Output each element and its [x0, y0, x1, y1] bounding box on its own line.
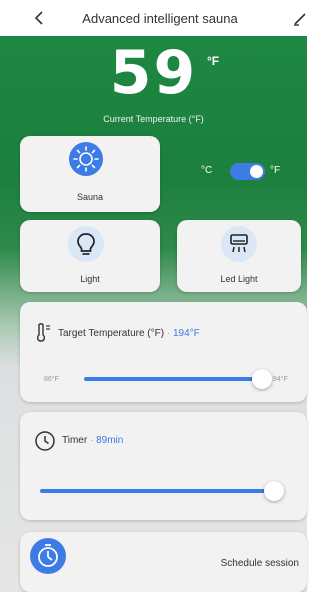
- air-conditioner-icon: [221, 226, 257, 262]
- chevron-left-icon[interactable]: [30, 8, 50, 28]
- current-temperature: 59 °F: [0, 40, 307, 106]
- toggle-knob: [250, 165, 263, 178]
- thermometer-icon: [34, 322, 52, 349]
- target-min-label: 86°F: [44, 376, 59, 383]
- celsius-label: °C: [201, 165, 213, 176]
- header-bar: Advanced intelligent sauna: [0, 0, 307, 36]
- current-temperature-value: 59: [109, 38, 198, 108]
- timer-label: Timer: [62, 435, 88, 446]
- target-temperature-slider[interactable]: [84, 377, 262, 381]
- sun-icon: [69, 142, 103, 176]
- timer-icon: [30, 538, 66, 574]
- timer-card: Timer · 89min: [20, 412, 307, 520]
- schedule-card[interactable]: Schedule session: [20, 532, 307, 592]
- sauna-tile[interactable]: Sauna: [20, 136, 160, 212]
- fahrenheit-label: °F: [270, 165, 281, 176]
- page-title: Advanced intelligent sauna: [82, 11, 238, 26]
- target-temperature-card: Target Temperature (°F) · 194°F 86°F 194…: [20, 302, 307, 402]
- schedule-session-label: Schedule session: [220, 558, 299, 569]
- target-temperature-label: Target Temperature (°F): [58, 328, 165, 339]
- led-light-tile[interactable]: Led Light: [177, 220, 301, 292]
- timer-row: Timer · 89min: [62, 435, 123, 446]
- target-temperature-row: Target Temperature (°F) · 194°F: [58, 328, 200, 339]
- timer-slider-handle[interactable]: [264, 481, 284, 501]
- sauna-label: Sauna: [76, 192, 104, 202]
- current-temperature-label: Current Temperature (°F): [103, 114, 204, 124]
- led-light-label: Led Light: [220, 274, 258, 284]
- unit-toggle[interactable]: [230, 163, 265, 180]
- pencil-icon[interactable]: [293, 8, 307, 28]
- target-temperature-value: 194°F: [172, 328, 200, 339]
- target-temperature-slider-handle[interactable]: [252, 369, 272, 389]
- light-tile[interactable]: Light: [20, 220, 160, 292]
- lightbulb-icon: [68, 226, 104, 262]
- light-label: Light: [80, 274, 100, 284]
- timer-value: 89min: [96, 435, 124, 446]
- clock-icon: [34, 430, 56, 457]
- current-temperature-unit: °F: [207, 54, 220, 68]
- timer-slider[interactable]: [40, 489, 274, 493]
